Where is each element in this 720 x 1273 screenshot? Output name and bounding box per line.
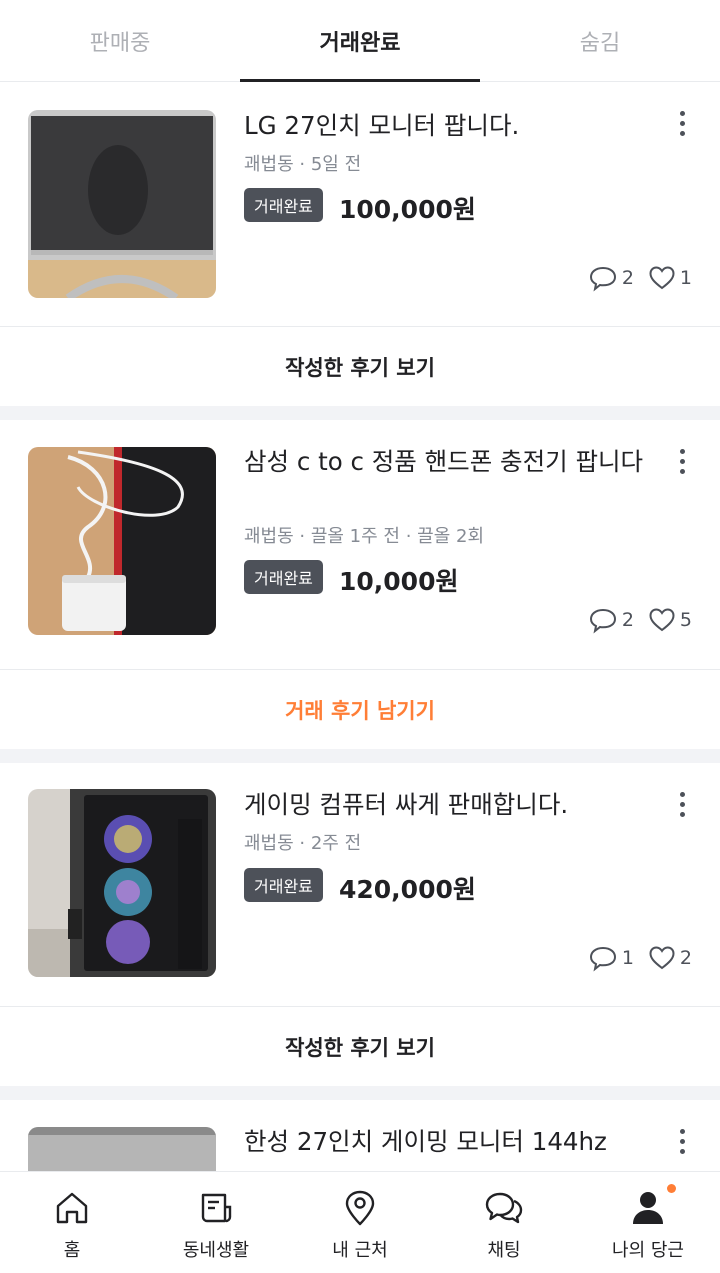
nav-neighborhood[interactable]: 동네생활 [144,1172,288,1273]
list-item[interactable]: 게이밍 컴퓨터 싸게 판매합니다. 괘법동 · 2주 전 거래완료 420,00… [0,763,720,1007]
section-divider [0,1086,720,1100]
nav-label: 채팅 [487,1240,521,1261]
nav-nearby[interactable]: 내 근처 [288,1172,432,1273]
tab-hidden[interactable]: 숨김 [480,0,720,81]
status-badge: 거래완료 [244,868,323,902]
more-menu-icon[interactable] [670,1126,694,1156]
tab-selling[interactable]: 판매중 [0,0,240,81]
item-price: 100,000원 [339,195,476,224]
location-pin-icon [340,1188,380,1228]
heart-icon [649,946,675,970]
person-icon [628,1184,676,1228]
heart-icon [649,608,675,632]
item-stats: 2 5 [588,606,692,634]
status-badge: 거래완료 [244,188,323,222]
comment-icon [589,608,616,634]
item-price: 10,000원 [339,567,459,596]
list-item[interactable]: 삼성 c to c 정품 핸드폰 충전기 팝니다 괘법동 · 끌올 1주 전 ·… [0,420,720,669]
nav-label: 내 근처 [332,1240,388,1261]
nav-chat[interactable]: 채팅 [432,1172,576,1273]
item-thumbnail-monitor [28,1127,216,1171]
chat-icon [484,1188,524,1228]
board-icon [196,1188,236,1228]
comment-icon [589,946,616,972]
item-stats: 2 1 [588,264,692,292]
item-thumbnail-computer [28,789,216,977]
comment-icon [589,266,616,292]
item-price: 420,000원 [339,875,476,904]
item-meta: 괘법동 · 끌올 1주 전 · 끌올 2회 [244,526,484,547]
more-menu-icon[interactable] [670,108,694,138]
item-thumbnail-monitor [28,110,216,298]
write-review-button[interactable]: 거래 후기 남기기 [0,669,720,749]
item-meta: 괘법동 · 2주 전 [244,833,362,854]
more-menu-icon[interactable] [670,446,694,476]
nav-home[interactable]: 홈 [0,1172,144,1273]
list-item[interactable]: 한성 27인치 게이밍 모니터 144hz [0,1100,720,1171]
like-count: 1 [679,267,692,289]
view-review-button[interactable]: 작성한 후기 보기 [0,326,720,406]
bottom-navigation: 홈 동네생활 내 근처 채팅 나의 당근 [0,1171,720,1273]
item-title: 한성 27인치 게이밍 모니터 144hz [244,1127,607,1156]
item-title: LG 27인치 모니터 팝니다. [244,111,520,140]
item-title: 삼성 c to c 정품 핸드폰 충전기 팝니다 [244,447,644,476]
more-menu-icon[interactable] [670,789,694,819]
comment-count: 2 [621,609,634,631]
status-badge: 거래완료 [244,560,323,594]
section-divider [0,749,720,763]
status-tabs: 판매중 거래완료 숨김 [0,0,720,82]
heart-icon [649,266,675,290]
section-divider [0,406,720,420]
nav-label: 홈 [63,1240,81,1261]
comment-count: 1 [621,947,634,969]
notification-dot [667,1184,676,1193]
view-review-button[interactable]: 작성한 후기 보기 [0,1006,720,1086]
nav-label: 나의 당근 [612,1240,684,1261]
nav-label: 동네생활 [182,1240,250,1261]
item-meta: 괘법동 · 5일 전 [244,154,362,175]
tab-completed[interactable]: 거래완료 [240,0,480,82]
item-stats: 1 2 [588,944,692,972]
home-icon [52,1188,92,1228]
like-count: 5 [679,609,692,631]
nav-my-carrot[interactable]: 나의 당근 [576,1172,720,1273]
comment-count: 2 [621,267,634,289]
item-thumbnail-charger [28,447,216,635]
item-title: 게이밍 컴퓨터 싸게 판매합니다. [244,790,569,819]
list-item[interactable]: LG 27인치 모니터 팝니다. 괘법동 · 5일 전 거래완료 100,000… [0,82,720,326]
like-count: 2 [679,947,692,969]
